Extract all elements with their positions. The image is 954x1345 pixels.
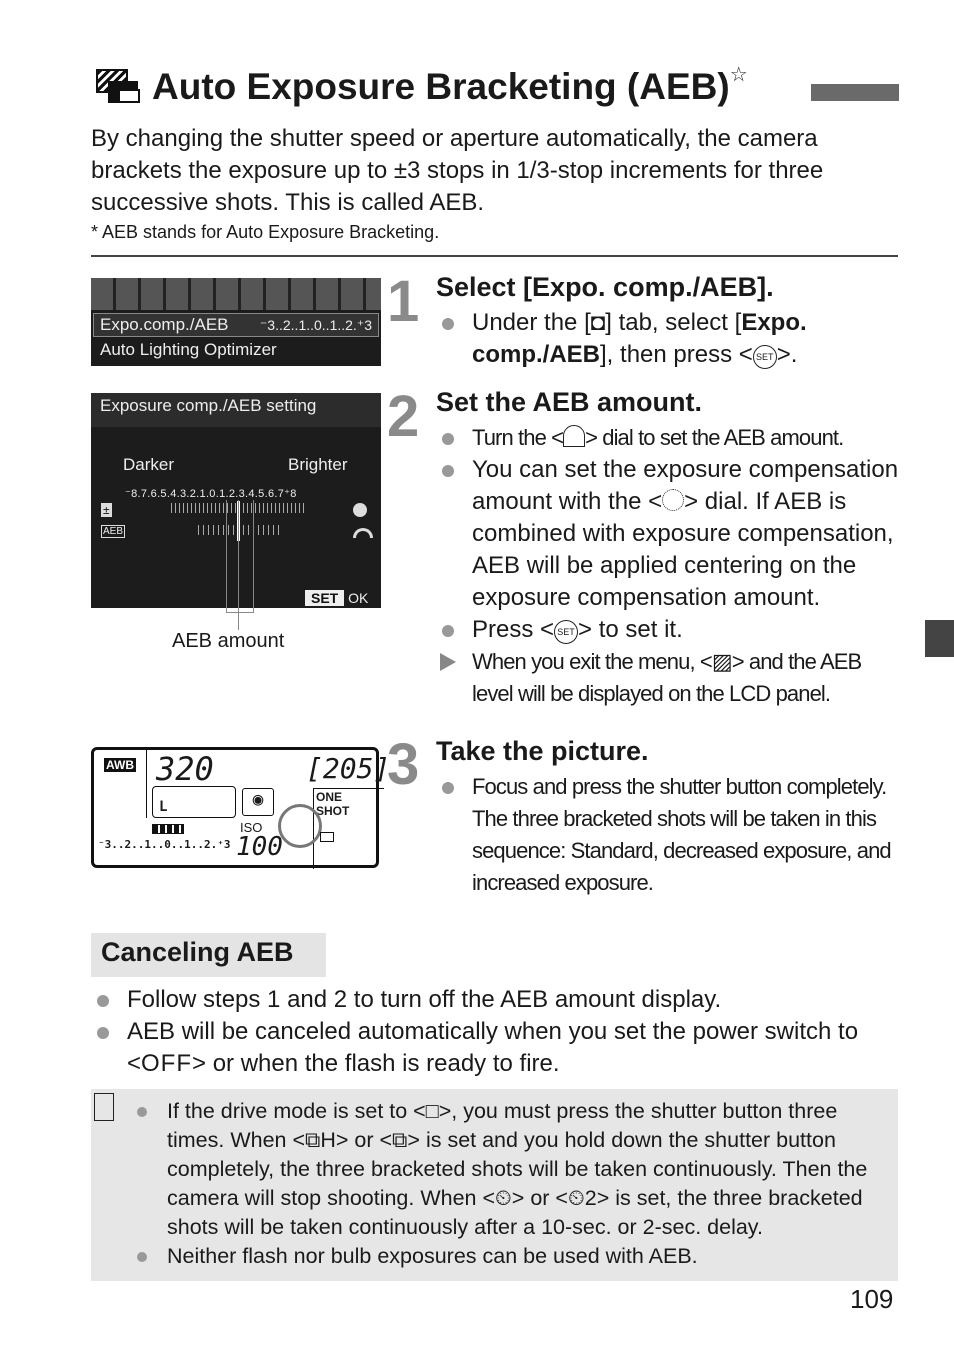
aeb-amount-caption: AEB amount: [172, 630, 285, 652]
menu-screen: Expo.comp./AEB ⁻3..2..1..0..1..2.⁺3 Auto …: [91, 278, 381, 366]
aeb-icon: ▨: [711, 649, 733, 674]
canceling-list: Follow steps 1 and 2 to turn off the AEB…: [91, 984, 891, 1080]
divider: [91, 255, 898, 257]
step-bullet: You can set the exposure compensation am…: [436, 454, 906, 614]
step-number-3: 3: [387, 732, 420, 797]
main-dial-icon: [563, 425, 586, 447]
quick-dial-icon: [353, 503, 367, 517]
battery-icon: [152, 824, 184, 834]
set-button-icon: SET: [554, 620, 579, 644]
menu-tabs: [91, 278, 381, 310]
note-item: If the drive mode is set to <□>, you mus…: [131, 1097, 886, 1242]
step-heading: Set the AEB amount.: [436, 387, 703, 417]
list-item: Follow steps 1 and 2 to turn off the AEB…: [91, 984, 891, 1016]
row-value: ⁻3..2..1..0..1..2.⁺3: [259, 317, 372, 333]
list-item: AEB will be canceled automatically when …: [91, 1016, 891, 1080]
aeb-callout-line: [238, 500, 239, 630]
screen-title: Exposure comp./AEB setting: [91, 393, 381, 427]
note-item: Neither flash nor bulb exposures can be …: [131, 1242, 886, 1271]
awb-badge: AWB: [104, 758, 136, 772]
aeb-icon-small: AEB: [101, 525, 126, 538]
star-icon: ☆: [729, 64, 748, 86]
page-title: Auto Exposure Bracketing (AEB)☆: [96, 62, 748, 108]
quality-box: L: [152, 786, 236, 818]
brighter-label: Brighter: [288, 455, 348, 474]
step-number-1: 1: [387, 269, 420, 334]
menu-row-expo: Expo.comp./AEB ⁻3..2..1..0..1..2.⁺3: [93, 313, 379, 337]
shutter-speed: 320: [156, 750, 214, 788]
step-result: When you exit the menu, <▨> and the AEB …: [436, 646, 906, 710]
step-bullet: Turn the < > dial to set the AEB amount.: [436, 422, 906, 454]
exposure-scale: ⁻3..2..1..0..1..2.⁺3: [98, 838, 231, 851]
quality-label: L: [159, 799, 168, 815]
intro-text: By changing the shutter speed or apertur…: [91, 125, 824, 216]
menu-row-alo: Auto Lighting Optimizer: [100, 340, 277, 359]
iso-value: 100: [236, 832, 283, 862]
title-text: Auto Exposure Bracketing (AEB): [152, 66, 730, 107]
set-button-icon: SET: [752, 345, 777, 369]
off-label: OFF: [141, 1050, 193, 1077]
drive-icon: [320, 832, 334, 842]
shots-remaining: [205]: [306, 752, 391, 785]
quick-control-dial-icon: [662, 489, 685, 511]
af-mode: ONE SHOT: [316, 790, 350, 818]
manual-page: Auto Exposure Bracketing (AEB)☆ By chang…: [0, 0, 954, 1345]
metering-icon: ◉: [242, 788, 274, 816]
chapter-tab: [925, 620, 954, 657]
step-1: Select [Expo. comp./AEB]. Under the [◘] …: [436, 272, 906, 371]
step-number-2: 2: [387, 384, 420, 449]
darker-label: Darker: [123, 455, 175, 474]
section-heading-canceling: Canceling AEB: [91, 933, 326, 977]
step-heading: Select [Expo. comp./AEB].: [436, 272, 774, 302]
step-heading: Take the picture.: [436, 736, 649, 766]
step-2: Set the AEB amount. Turn the < > dial to …: [436, 387, 906, 710]
step-3: Take the picture. Focus and press the sh…: [436, 736, 906, 899]
aeb-callout-bracket: [226, 500, 254, 613]
step-bullet: Press < SET > to set it.: [436, 614, 906, 646]
title-bar: [811, 84, 899, 101]
aeb-icon: [96, 69, 140, 103]
page-number: 109: [850, 1284, 894, 1314]
scale-text: ⁻8.7.6.5.4.3.2.1.0.1.2.3.4.5.6.7⁺8: [125, 488, 297, 500]
ok-label: OK: [348, 590, 369, 606]
main-dial-icon: [353, 528, 373, 538]
step-bullet: Under the [◘] tab, select [Expo. comp./A…: [436, 307, 906, 371]
note-icon: [94, 1093, 114, 1121]
expo-comp-icon: ±: [101, 503, 112, 517]
aeb-highlight-circle: [278, 804, 322, 848]
set-ok: SET OK: [305, 590, 368, 606]
step-bullet: Focus and press the shutter button compl…: [436, 771, 906, 899]
footnote: * AEB stands for Auto Exposure Bracketin…: [91, 222, 440, 242]
row-label: Expo.comp./AEB: [100, 315, 229, 334]
lcd-panel: AWB 320 [205] ONE SHOT L ◉ ISO 100 ⁻3..2…: [91, 747, 390, 869]
set-label: SET: [305, 590, 345, 606]
shooting-tab-icon: ◘: [590, 309, 606, 336]
note-box: If the drive mode is set to <□>, you mus…: [91, 1089, 898, 1281]
